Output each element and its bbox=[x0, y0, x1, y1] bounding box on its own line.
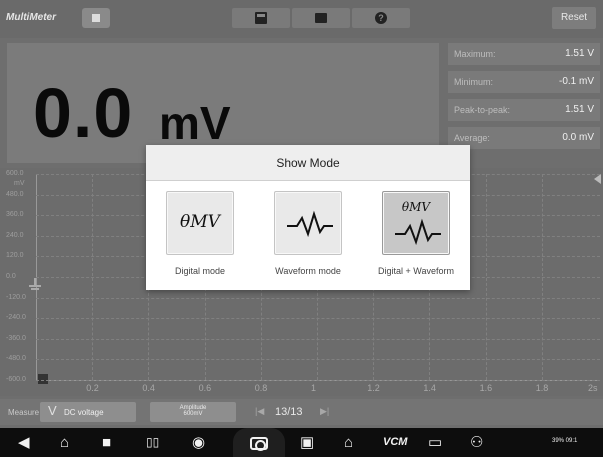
waveform-icon bbox=[395, 218, 441, 246]
recent-apps-icon[interactable]: ■ bbox=[102, 434, 111, 451]
back-icon[interactable]: ◀ bbox=[18, 434, 30, 451]
digital-waveform-label: Digital + Waveform bbox=[378, 266, 454, 276]
digital-mode-option[interactable]: θMV bbox=[166, 191, 234, 255]
split-screen-icon[interactable]: ▯▯ bbox=[146, 434, 159, 451]
screenshot-button[interactable] bbox=[233, 428, 285, 457]
waveform-mode-option[interactable] bbox=[274, 191, 342, 255]
show-mode-dialog: Show Mode θMV Digital mode Waveform mode… bbox=[146, 145, 470, 290]
status-indicators: 39% 09:1 bbox=[552, 438, 578, 444]
digital-mode-icon: θMV bbox=[180, 212, 220, 232]
browser-icon[interactable]: ◉ bbox=[192, 434, 205, 451]
shop-icon[interactable]: ⌂ bbox=[344, 434, 353, 451]
waveform-icon bbox=[287, 210, 333, 238]
home-icon[interactable]: ⌂ bbox=[60, 434, 69, 451]
camera-icon bbox=[250, 437, 268, 451]
vcm-icon[interactable]: VCM bbox=[383, 434, 407, 451]
screen-record-icon[interactable]: ▣ bbox=[300, 434, 314, 451]
digital-waveform-option[interactable]: θMV bbox=[382, 191, 450, 255]
users-icon[interactable]: ⚇ bbox=[470, 434, 483, 451]
waveform-mode-label: Waveform mode bbox=[275, 266, 341, 276]
system-nav-bar: ◀ ⌂ ■ ▯▯ ◉ ▣ ⌂ VCM ▭ ⚇ 39% 09:1 bbox=[0, 428, 603, 457]
dialog-title: Show Mode bbox=[146, 145, 470, 181]
digital-mode-label: Digital mode bbox=[174, 266, 226, 276]
vehicle-icon[interactable]: ▭ bbox=[428, 434, 442, 451]
